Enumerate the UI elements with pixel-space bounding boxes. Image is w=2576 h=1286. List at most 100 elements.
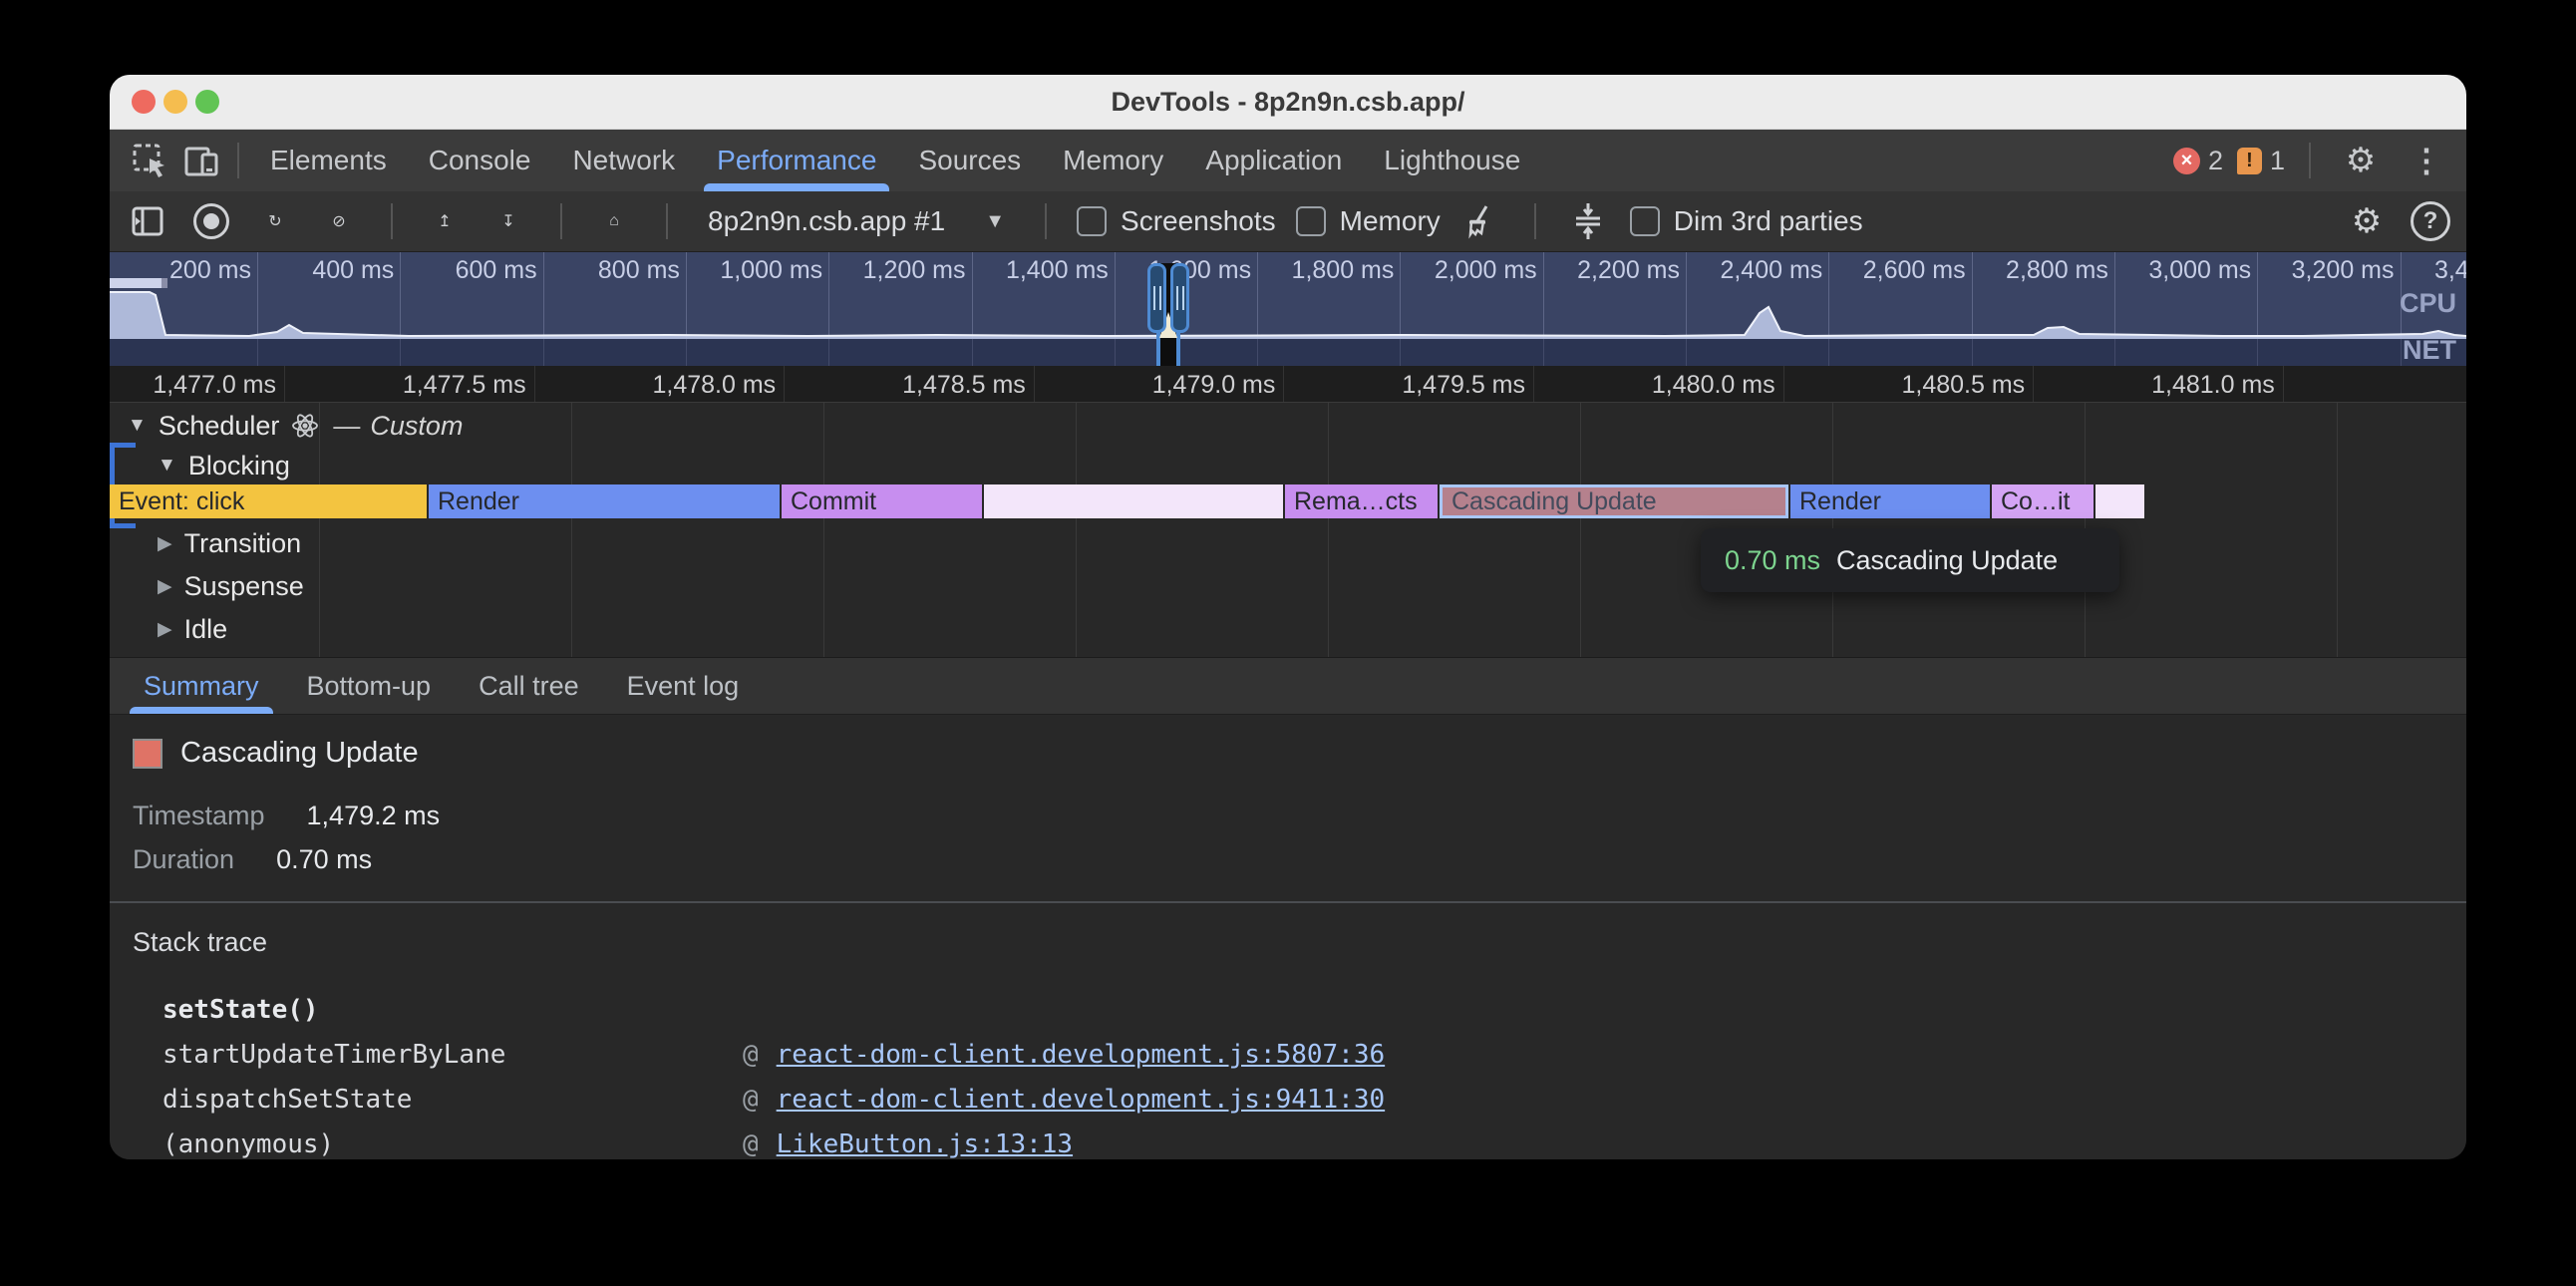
selection-handle-right[interactable] (1170, 263, 1189, 333)
tab-label: Sources (918, 145, 1021, 176)
event-bar-event-click[interactable]: Event: click (110, 484, 427, 518)
event-bar-row: Event: clickRenderCommitRema…ctsCascadin… (110, 484, 2466, 518)
flame-gridline (823, 403, 824, 657)
event-bar-render[interactable]: Render (429, 484, 780, 518)
event-bar-label: Co…it (1992, 487, 2079, 516)
collapse-tracks-icon[interactable] (1566, 199, 1610, 243)
help-icon[interactable]: ? (2411, 201, 2450, 241)
selection-handle-left[interactable] (1147, 263, 1166, 333)
tab-memory[interactable]: Memory (1042, 130, 1184, 191)
details-tab-event-log[interactable]: Event log (603, 658, 764, 714)
tab-performance[interactable]: Performance (696, 130, 897, 191)
toggle-sidebar-icon[interactable] (126, 199, 169, 243)
summary-event-title: Cascading Update (180, 737, 419, 770)
clear-recording-icon[interactable]: ⊘ (317, 199, 361, 243)
console-errors-badge[interactable]: × 2 (2173, 146, 2223, 176)
network-lane (110, 338, 2466, 366)
home-icon[interactable]: ⌂ (592, 199, 636, 243)
tab-lighthouse[interactable]: Lighthouse (1363, 130, 1541, 191)
flame-chart[interactable]: ▼ Scheduler — Custom ▼ Blocking (110, 403, 2466, 658)
group-suspense[interactable]: ▶ Suspense (110, 569, 304, 603)
track-separator: — (333, 411, 360, 442)
event-bar-commit[interactable]: Commit (782, 484, 982, 518)
tab-label: Elements (270, 145, 387, 176)
cpu-lane-label: CPU (2400, 288, 2456, 319)
warning-icon: ! (2237, 148, 2262, 174)
stack-trace-section: Stack trace setState() startUpdateTimerB… (110, 903, 2466, 1159)
group-blocking[interactable]: ▼ Blocking (110, 449, 290, 482)
selected-tab-underline (704, 183, 889, 191)
desktop-background: DevTools - 8p2n9n.csb.app/ Elements Conso… (0, 0, 2576, 1286)
separator (1534, 203, 1536, 239)
stack-frame-source-link[interactable]: LikeButton.js:13:13 (777, 1129, 1073, 1159)
stack-frame-source-link[interactable]: react-dom-client.development.js:5807:36 (777, 1040, 1385, 1070)
tab-application[interactable]: Application (1184, 130, 1363, 191)
upload-profile-icon[interactable]: ↥ (423, 199, 467, 243)
ruler-tick-label: 1,477.0 ms (110, 371, 276, 400)
tab-label: Lighthouse (1384, 145, 1520, 176)
memory-checkbox[interactable] (1296, 206, 1326, 236)
reload-and-record-icon[interactable]: ↻ (253, 199, 297, 243)
history-dropdown-label: 8p2n9n.csb.app #1 (708, 205, 945, 237)
detail-time-ruler[interactable]: 1,477.0 ms1,477.5 ms1,478.0 ms1,478.5 ms… (110, 366, 2466, 403)
tab-network[interactable]: Network (551, 130, 696, 191)
tab-label: Event log (627, 671, 740, 702)
timestamp-label: Timestamp (133, 801, 265, 831)
chevron-down-icon: ▼ (985, 210, 1005, 233)
window-titlebar: DevTools - 8p2n9n.csb.app/ (110, 75, 2466, 130)
kebab-menu-icon[interactable]: ⋮ (2401, 135, 2452, 186)
error-icon: × (2173, 148, 2200, 174)
track-suffix: Custom (370, 411, 463, 442)
capture-settings-gear-icon[interactable]: ⚙ (2345, 199, 2389, 243)
details-tab-bottom-up[interactable]: Bottom-up (283, 658, 456, 714)
event-bar-rema-cts[interactable]: Rema…cts (1285, 484, 1438, 518)
collapsed-triangle-icon: ▶ (158, 532, 172, 555)
inspect-element-icon[interactable] (124, 135, 175, 186)
details-tab-call-tree[interactable]: Call tree (455, 658, 603, 714)
screenshots-checkbox[interactable] (1077, 206, 1107, 236)
event-bar-label: Render (1790, 487, 1890, 516)
garbage-collect-icon[interactable] (1460, 199, 1504, 243)
ruler-tick (784, 366, 785, 402)
device-toolbar-icon[interactable] (175, 135, 227, 186)
tab-console[interactable]: Console (408, 130, 552, 191)
dim-third-parties-checkbox[interactable] (1630, 206, 1660, 236)
track-header-scheduler[interactable]: ▼ Scheduler — Custom (110, 409, 463, 443)
toolbar-right: ⚙ ? (2345, 199, 2450, 243)
settings-gear-icon[interactable]: ⚙ (2335, 135, 2387, 186)
ruler-tick-label: 1,478.0 ms (586, 371, 776, 400)
event-bar-co-it[interactable]: Co…it (1992, 484, 2093, 518)
selected-tab-underline (130, 707, 273, 714)
ruler-tick-label: 1,480.5 ms (1835, 371, 2025, 400)
record-button[interactable] (189, 199, 233, 243)
details-tab-bar: SummaryBottom-upCall tree Event log (110, 658, 2466, 715)
event-bar-unlabeled[interactable] (984, 484, 1283, 518)
ruler-tick-label: 1,477.5 ms (337, 371, 526, 400)
stack-frame-function: setState() (162, 995, 743, 1025)
stack-frame-at: @ (743, 1040, 759, 1070)
expanded-triangle-icon: ▼ (128, 415, 147, 437)
ruler-tick (1783, 366, 1784, 402)
separator (1045, 203, 1047, 239)
console-warnings-badge[interactable]: ! 1 (2237, 146, 2285, 176)
download-profile-icon[interactable]: ↧ (486, 199, 530, 243)
group-label: Transition (184, 528, 302, 559)
event-bar-cascading-update[interactable]: Cascading Update (1440, 484, 1788, 518)
group-idle[interactable]: ▶ Idle (110, 612, 227, 646)
tab-sources[interactable]: Sources (897, 130, 1042, 191)
separator (2309, 143, 2311, 178)
ruler-tick (534, 366, 535, 402)
timeline-overview[interactable]: 200 ms400 ms600 ms800 ms1,000 ms1,200 ms… (110, 252, 2466, 366)
flame-gridline (1580, 403, 1581, 657)
event-bar-unlabeled[interactable] (2095, 484, 2144, 518)
group-transition[interactable]: ▶ Transition (110, 526, 301, 560)
flame-gridline (571, 403, 572, 657)
event-bar-label: Commit (782, 487, 885, 516)
stack-frame-source-link[interactable]: react-dom-client.development.js:9411:30 (777, 1085, 1385, 1115)
tab-elements[interactable]: Elements (249, 130, 408, 191)
history-dropdown[interactable]: 8p2n9n.csb.app #1 ▼ (698, 205, 1015, 237)
details-tab-summary[interactable]: Summary (120, 658, 283, 714)
screenshots-label: Screenshots (1121, 205, 1276, 237)
event-bar-render[interactable]: Render (1790, 484, 1990, 518)
tooltip-duration: 0.70 ms (1725, 545, 1820, 576)
